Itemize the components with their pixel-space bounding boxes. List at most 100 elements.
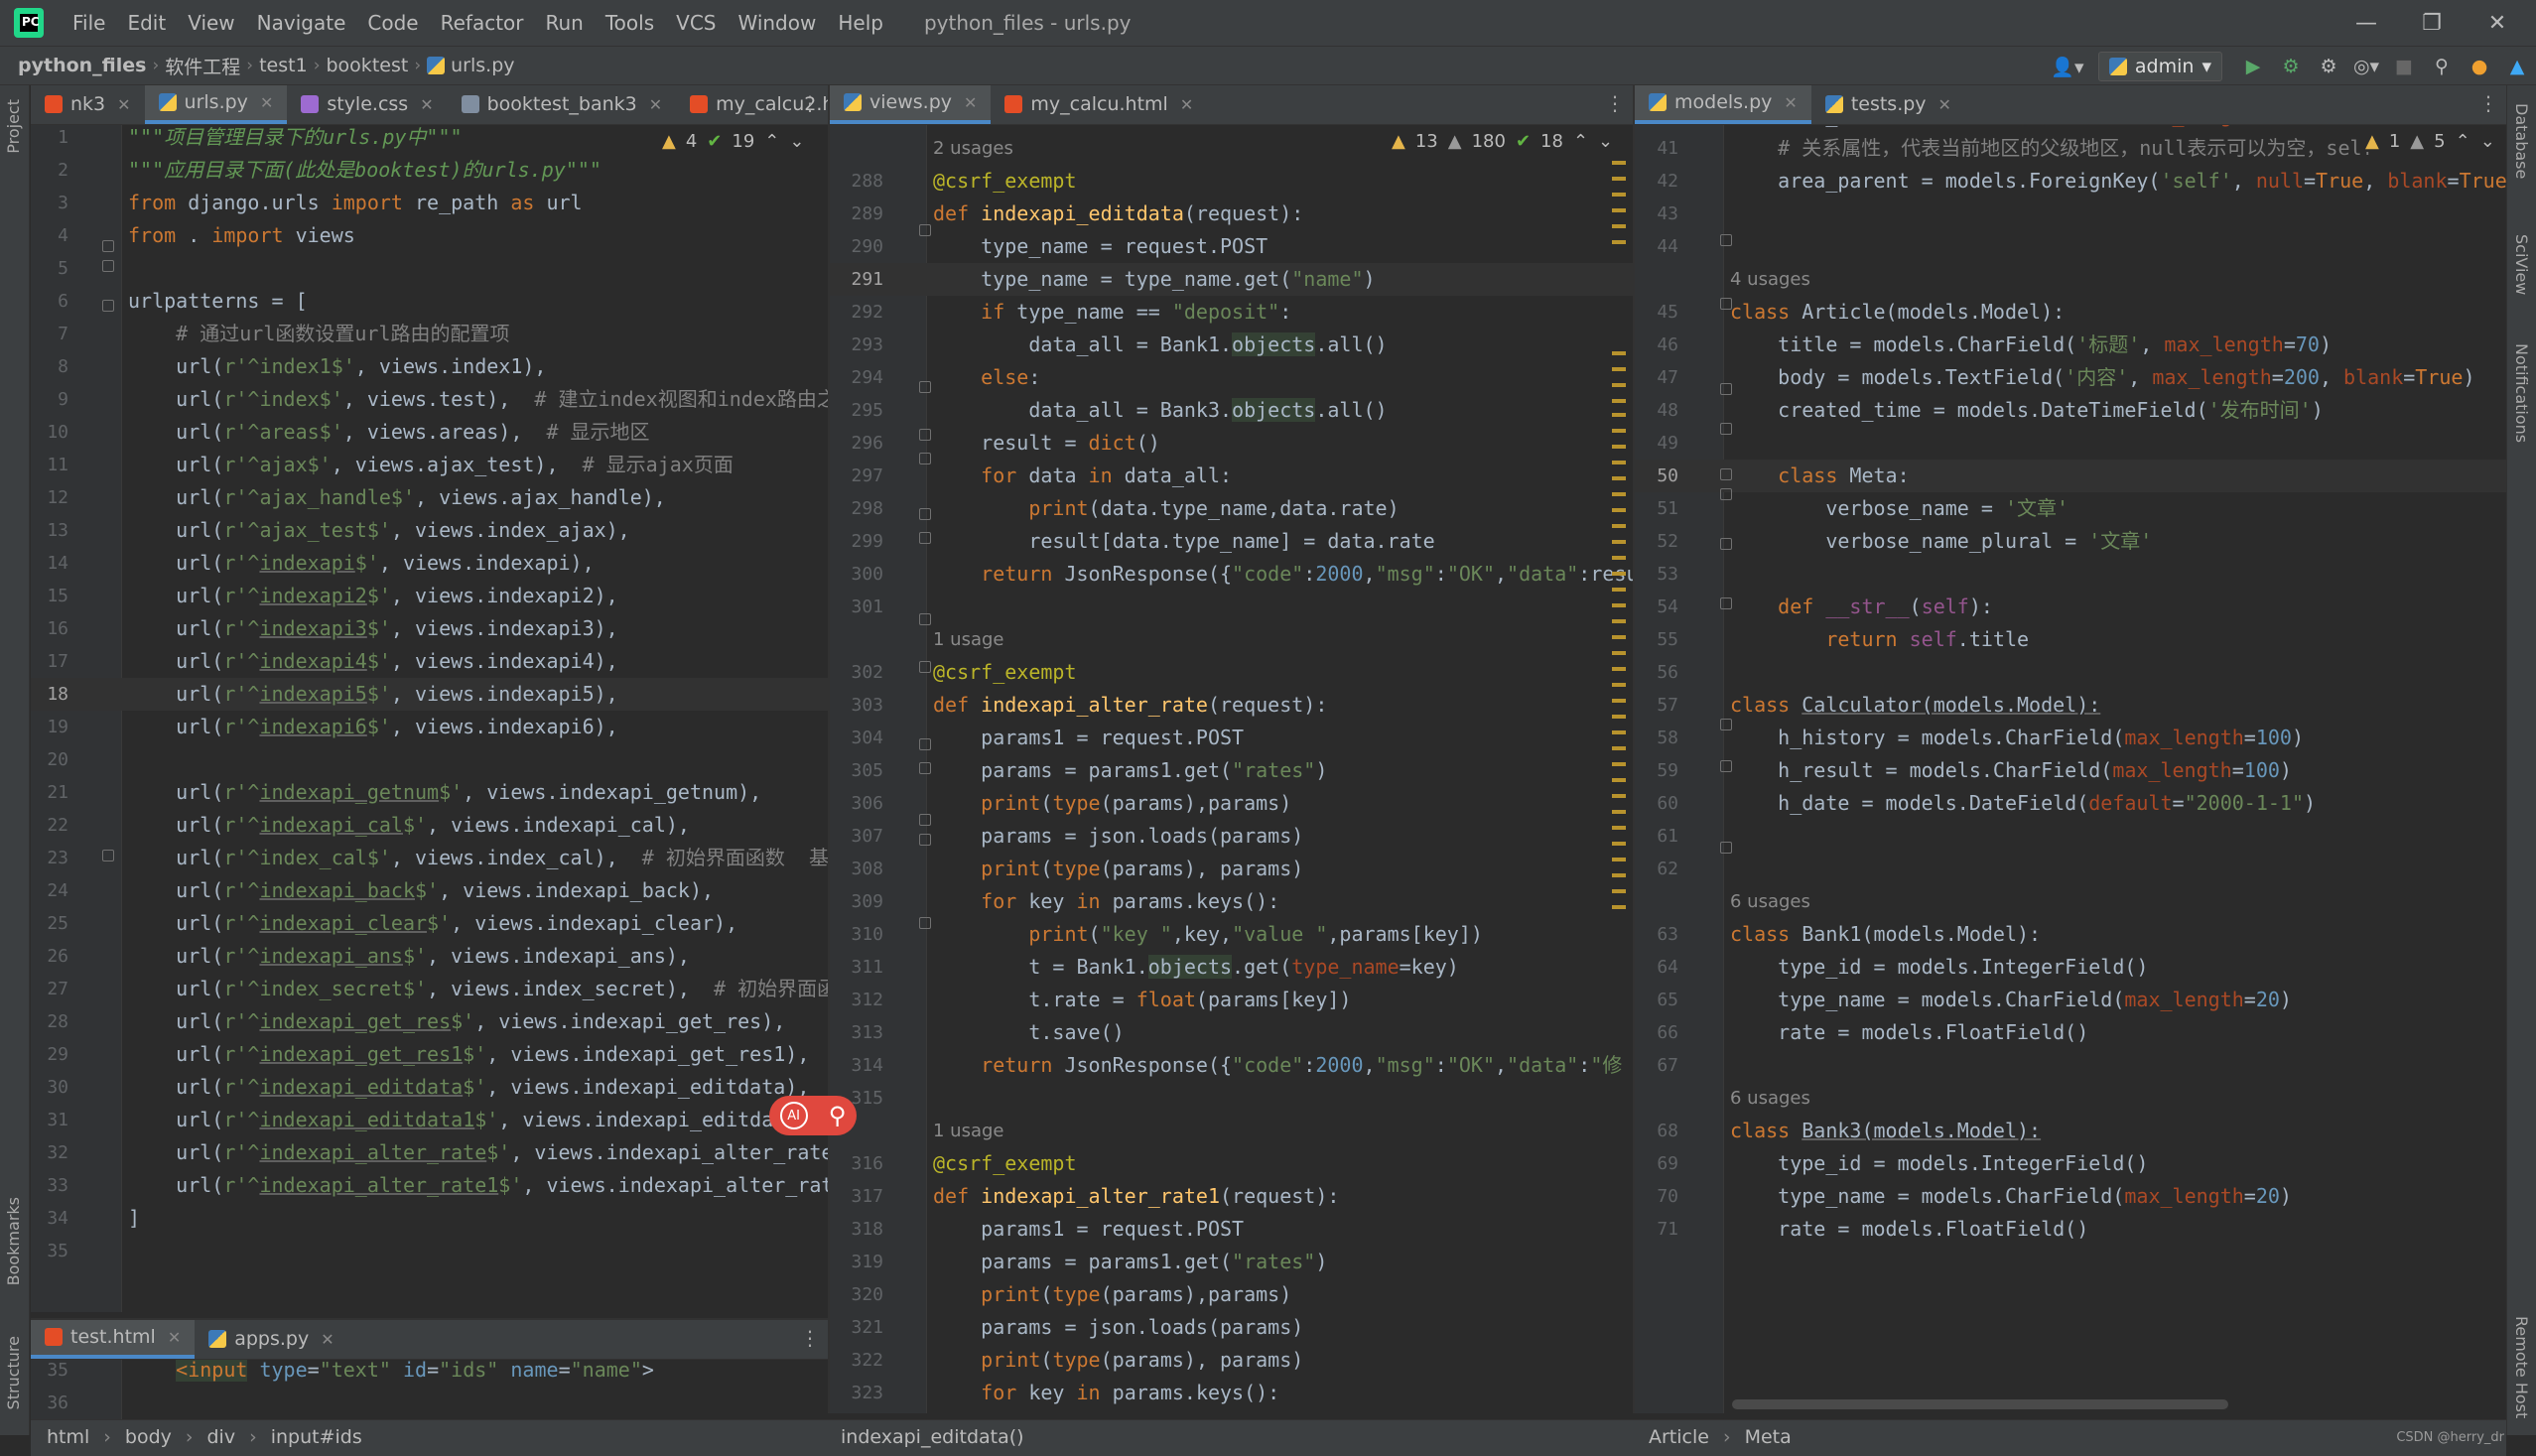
- fold-marker-icon[interactable]: [919, 532, 931, 544]
- more-icon[interactable]: ⋮: [800, 91, 820, 115]
- fold-marker-icon[interactable]: [1720, 488, 1732, 500]
- fold-marker-icon[interactable]: [919, 381, 931, 393]
- warning-stripe-mark[interactable]: [1612, 619, 1626, 623]
- run-config-select[interactable]: admin ▾: [2097, 52, 2222, 81]
- inspection-widget[interactable]: ▲ 4 ✔ 19 ⌃ ⌄: [662, 131, 804, 152]
- warning-stripe-mark[interactable]: [1612, 193, 1626, 197]
- menu-item-view[interactable]: View: [177, 11, 245, 35]
- warning-stripe-mark[interactable]: [1612, 492, 1626, 496]
- profile-icon[interactable]: ◎▾: [2349, 52, 2383, 81]
- menu-item-window[interactable]: Window: [727, 11, 827, 35]
- fold-marker-icon[interactable]: [919, 429, 931, 441]
- editor-tab[interactable]: test.html ✕: [31, 1320, 196, 1359]
- fold-marker-icon[interactable]: [919, 661, 931, 673]
- menu-item-vcs[interactable]: VCS: [665, 11, 727, 35]
- warning-stripe-mark[interactable]: [1612, 746, 1626, 750]
- editor-tab[interactable]: apps.py ✕: [195, 1320, 347, 1359]
- warning-stripe-mark[interactable]: [1612, 858, 1626, 861]
- structure-path-item[interactable]: div: [207, 1426, 236, 1448]
- menu-item-edit[interactable]: Edit: [116, 11, 177, 35]
- close-icon[interactable]: ✕: [964, 93, 977, 112]
- editor-tab[interactable]: my_calcu.html ✕: [991, 85, 1207, 124]
- warning-stripe-mark[interactable]: [1612, 367, 1626, 371]
- run-icon[interactable]: ▶: [2236, 52, 2270, 81]
- chevron-up-icon[interactable]: ⌃: [764, 131, 779, 152]
- sciview-tool-tab[interactable]: SciView: [2512, 234, 2531, 295]
- menu-item-navigate[interactable]: Navigate: [246, 11, 357, 35]
- usage-hint[interactable]: 6 usages: [1730, 1088, 1810, 1109]
- breadcrumb-item[interactable]: urls.py: [445, 55, 520, 76]
- fold-marker-icon[interactable]: [1720, 234, 1732, 246]
- chevron-down-icon[interactable]: ⌄: [1598, 131, 1613, 152]
- fold-marker-icon[interactable]: [1720, 383, 1732, 395]
- usage-hint[interactable]: 4 usages: [1730, 269, 1810, 290]
- user-icon[interactable]: 👤▾: [2051, 52, 2084, 81]
- close-icon[interactable]: ✕: [260, 93, 273, 112]
- fold-marker-icon[interactable]: [919, 814, 931, 826]
- warning-stripe-mark[interactable]: [1612, 351, 1626, 355]
- close-icon[interactable]: ✕: [420, 95, 433, 114]
- debug-icon[interactable]: ⚙: [2274, 52, 2308, 81]
- fold-marker-icon[interactable]: [1720, 760, 1732, 772]
- fold-marker-icon[interactable]: [102, 240, 114, 252]
- warning-stripe-mark[interactable]: [1612, 794, 1626, 798]
- editor-tab[interactable]: tests.py ✕: [1811, 85, 1965, 124]
- warning-stripe-mark[interactable]: [1612, 508, 1626, 512]
- breadcrumb-item[interactable]: python_files: [0, 55, 152, 76]
- close-icon[interactable]: ✕: [117, 95, 130, 114]
- chevron-up-icon[interactable]: ⌃: [1573, 131, 1588, 152]
- warning-stripe-mark[interactable]: [1612, 826, 1626, 830]
- fold-marker-icon[interactable]: [919, 224, 931, 236]
- horizontal-scrollbar[interactable]: [1732, 1399, 2228, 1409]
- structure-path-item[interactable]: Meta: [1745, 1426, 1792, 1448]
- search-icon[interactable]: ⚲: [2425, 52, 2459, 81]
- ai-assistant-button[interactable]: AI: [779, 1102, 808, 1129]
- close-icon[interactable]: ✕: [649, 95, 662, 114]
- warning-stripe-mark[interactable]: [1612, 667, 1626, 671]
- more-icon[interactable]: ⋮: [800, 1326, 820, 1350]
- coverage-icon[interactable]: ⚙: [2312, 52, 2345, 81]
- remote-host-tool-tab[interactable]: Remote Host: [2512, 1316, 2531, 1418]
- fold-marker-icon[interactable]: [1720, 468, 1732, 480]
- fold-marker-icon[interactable]: [919, 508, 931, 520]
- warning-stripe-mark[interactable]: [1612, 778, 1626, 782]
- code-editor-views[interactable]: 287 2 usages 288 @csrf_exempt 289 def indexap…: [830, 125, 1633, 1413]
- warning-stripe-mark[interactable]: [1612, 603, 1626, 607]
- bookmarks-tool-tab[interactable]: Bookmarks: [4, 1197, 23, 1285]
- minimize-button[interactable]: —: [2335, 0, 2398, 46]
- structure-path-item[interactable]: input#ids: [271, 1426, 362, 1448]
- more-icon[interactable]: ⋮: [1605, 91, 1625, 115]
- usage-hint[interactable]: 1 usage: [933, 1121, 1004, 1141]
- more-icon[interactable]: ⋮: [2478, 91, 2498, 115]
- warning-stripe-mark[interactable]: [1612, 161, 1626, 165]
- warning-stripe-mark[interactable]: [1612, 635, 1626, 639]
- notifications-tool-tab[interactable]: Notifications: [2512, 343, 2531, 443]
- close-icon[interactable]: ✕: [1784, 93, 1797, 112]
- fold-marker-icon[interactable]: [1720, 298, 1732, 310]
- structure-path-item[interactable]: html: [47, 1426, 89, 1448]
- editor-tab[interactable]: style.css ✕: [287, 85, 447, 124]
- fold-marker-icon[interactable]: [919, 917, 931, 929]
- pycharm-logo-icon[interactable]: PC: [14, 8, 44, 38]
- breadcrumb-item[interactable]: test1: [253, 55, 314, 76]
- database-tool-tab[interactable]: Database: [2512, 103, 2531, 179]
- search-icon[interactable]: ⚲: [829, 1102, 847, 1129]
- warning-stripe-mark[interactable]: [1612, 445, 1626, 449]
- editor-tab[interactable]: nk3 ✕: [31, 85, 145, 124]
- menu-item-code[interactable]: Code: [356, 11, 429, 35]
- fold-marker-icon[interactable]: [1720, 538, 1732, 550]
- warning-stripe-mark[interactable]: [1612, 905, 1626, 909]
- structure-path-item[interactable]: body: [125, 1426, 172, 1448]
- warning-stripe-mark[interactable]: [1612, 224, 1626, 228]
- warning-stripe-mark[interactable]: [1612, 762, 1626, 766]
- warning-stripe-mark[interactable]: [1612, 413, 1626, 417]
- close-icon[interactable]: ✕: [1180, 95, 1193, 114]
- fold-marker-icon[interactable]: [919, 762, 931, 774]
- editor-tab[interactable]: urls.py ✕: [144, 85, 288, 124]
- fold-marker-icon[interactable]: [919, 834, 931, 846]
- update-icon[interactable]: ●: [2463, 52, 2496, 81]
- fold-marker-icon[interactable]: [1720, 842, 1732, 854]
- usage-hint[interactable]: 1 usage: [933, 629, 1004, 650]
- breadcrumb-item[interactable]: booktest: [321, 55, 415, 76]
- warning-stripe-mark[interactable]: [1612, 730, 1626, 734]
